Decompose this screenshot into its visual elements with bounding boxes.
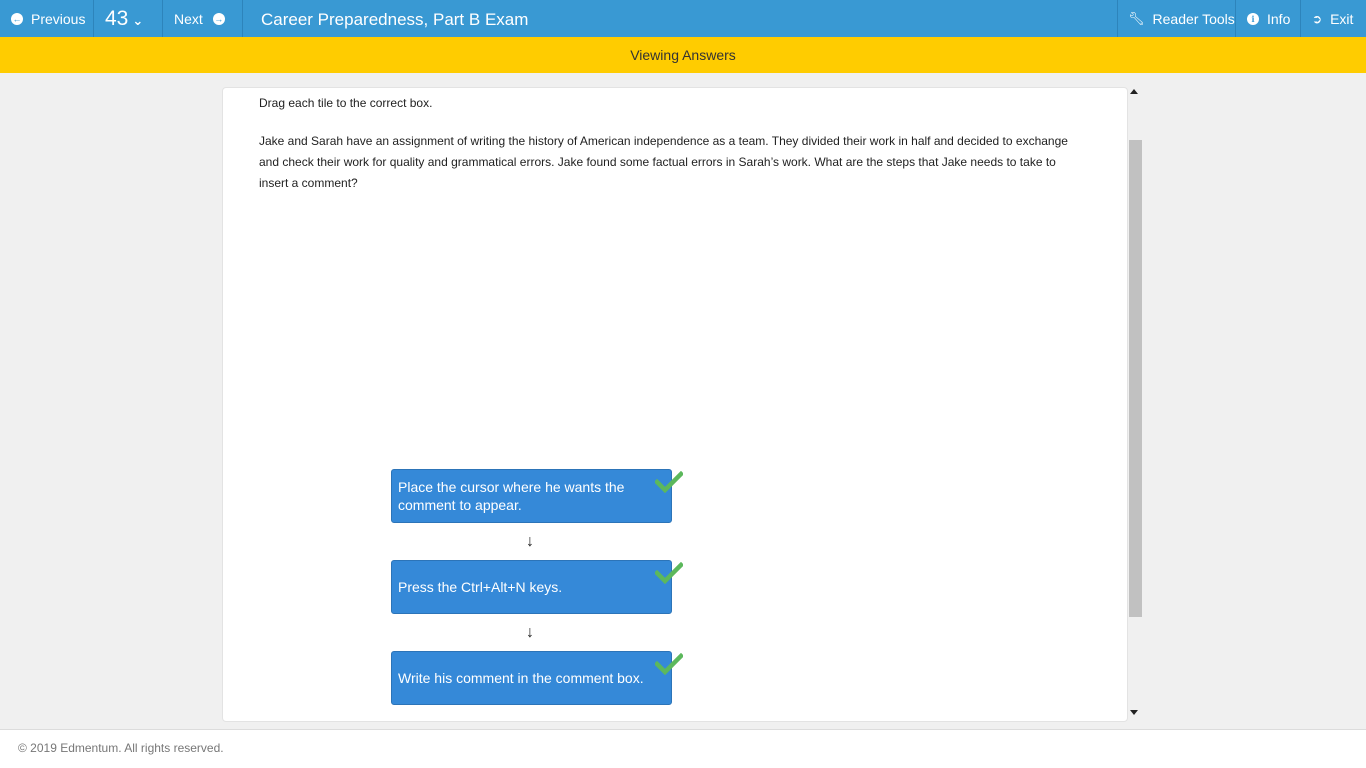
arrow-down-icon: ↓: [526, 624, 534, 641]
question-instruction: Drag each tile to the correct box.: [259, 96, 433, 110]
wrench-icon: 🔧︎: [1128, 10, 1145, 26]
tile-text: Place the cursor where he wants the comm…: [398, 479, 625, 513]
exam-title: Career Preparedness, Part B Exam: [261, 9, 529, 29]
exit-button[interactable]: ➲ Exit: [1301, 0, 1366, 37]
next-label: Next: [174, 10, 203, 27]
answer-tile-2[interactable]: Press the Ctrl+Alt+N keys.: [391, 560, 683, 614]
scroll-up-arrow-icon[interactable]: [1130, 89, 1138, 94]
tile-text: Write his comment in the comment box.: [398, 670, 644, 686]
previous-button[interactable]: ← Previous: [0, 0, 93, 37]
copyright-text: © 2019 Edmentum. All rights reserved.: [18, 741, 224, 755]
previous-label: Previous: [31, 10, 86, 27]
exit-label: Exit: [1330, 10, 1354, 27]
tile-text: Press the Ctrl+Alt+N keys.: [398, 579, 563, 595]
arrow-down-icon: ↓: [526, 533, 534, 550]
next-button[interactable]: Next →: [163, 0, 242, 37]
footer: © 2019 Edmentum. All rights reserved.: [0, 729, 1366, 768]
answer-tile-1[interactable]: Place the cursor where he wants the comm…: [391, 469, 683, 523]
sign-out-icon: ➲: [1312, 11, 1323, 26]
checkmark-icon: [655, 471, 683, 493]
arrow-left-circle-icon: ←: [11, 12, 23, 25]
question-number-dropdown[interactable]: 43 ⌄: [94, 0, 162, 37]
chevron-down-icon: ⌄: [132, 12, 144, 28]
info-button[interactable]: i Info: [1236, 0, 1300, 37]
info-icon: i: [1247, 12, 1259, 25]
scroll-down-arrow-icon[interactable]: [1130, 710, 1138, 715]
question-number: 43: [105, 6, 129, 30]
banner-text: Viewing Answers: [630, 47, 736, 63]
scrollbar-thumb[interactable]: [1129, 140, 1142, 617]
checkmark-icon: [655, 562, 683, 584]
info-label: Info: [1267, 10, 1291, 27]
divider: [242, 0, 243, 37]
top-navigation-bar: ← Previous 43 ⌄ Next → Career Preparedne…: [0, 0, 1366, 37]
viewing-answers-banner: Viewing Answers: [0, 37, 1366, 73]
reader-tools-button[interactable]: 🔧︎ Reader Tools: [1118, 0, 1235, 37]
question-panel: Drag each tile to the correct box. Jake …: [222, 87, 1128, 722]
answer-tile-3[interactable]: Write his comment in the comment box.: [391, 651, 683, 705]
arrow-right-circle-icon: →: [212, 12, 225, 25]
question-text: Jake and Sarah have an assignment of wri…: [259, 134, 1068, 190]
reader-tools-label: Reader Tools: [1152, 10, 1235, 27]
checkmark-icon: [655, 653, 683, 675]
